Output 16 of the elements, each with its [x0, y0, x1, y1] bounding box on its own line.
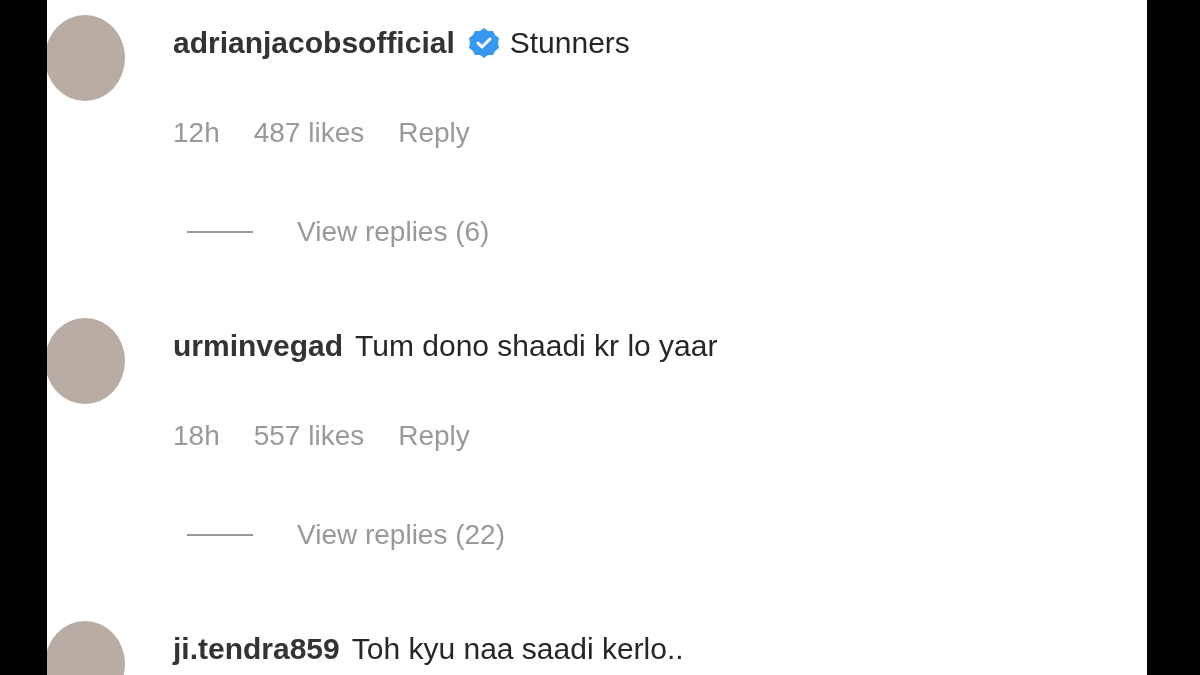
likes-count-button[interactable]: 557 likes	[253, 420, 365, 452]
view-replies-button[interactable]: View replies (22)	[297, 519, 506, 551]
comment-text: Stunners	[509, 26, 630, 60]
likes-count-button[interactable]: 487 likes	[253, 117, 365, 149]
username-link[interactable]: ji.tendra859	[173, 632, 340, 666]
divider-dash	[187, 231, 253, 233]
username-link[interactable]: urminvegad	[173, 329, 344, 363]
view-replies-button[interactable]: View replies (6)	[297, 216, 490, 248]
username-link[interactable]: adrianjacobsofficial	[173, 26, 455, 60]
comment-time: 12h	[173, 117, 220, 149]
reply-button[interactable]: Reply	[398, 117, 470, 149]
comment-text: Tum dono shaadi kr lo yaar	[355, 329, 718, 363]
reply-button[interactable]: Reply	[398, 420, 470, 452]
comment-text: Toh kyu naa saadi kerlo..	[351, 632, 684, 666]
comment-time: 18h	[173, 420, 220, 452]
divider-dash	[187, 534, 253, 536]
